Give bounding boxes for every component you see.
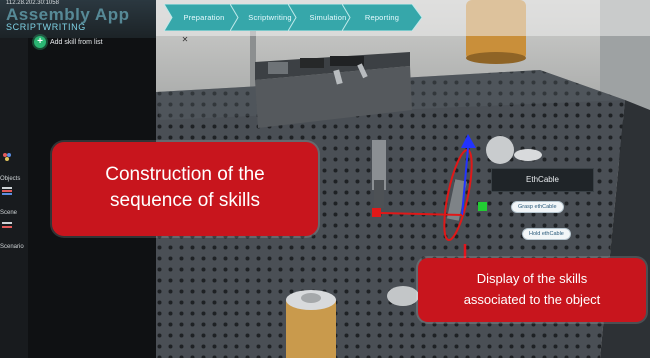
sidebar-item-objects[interactable]: Objects [0,150,28,184]
app-mode: SCRIPTWRITING [6,22,86,32]
scenario-icon [2,222,12,228]
app-header: 112.28.202.30:1058 Assembly App SCRIPTWR… [0,0,156,38]
callout-sequence: Construction of the sequence of skills [52,142,318,236]
step-reporting[interactable]: Reporting [341,3,423,32]
add-skill-button[interactable]: + Add skill from list [34,36,103,48]
skill-hold[interactable]: Hold ethCable [522,228,571,240]
callout-text: Construction of the sequence of skills [52,162,318,214]
objects-icon [3,153,11,161]
callout-text: Display of the skills associated to the … [418,268,646,310]
selected-object-label[interactable]: EthCable [491,168,594,192]
skill-grasp[interactable]: Grasp ethCable [511,201,564,213]
callout-skills: Display of the skills associated to the … [418,258,646,322]
sidebar-item-label: Objects [0,176,21,182]
close-icon[interactable]: ✕ [181,36,189,44]
scene-icon [2,187,12,195]
sidebar-item-label: Scenario [0,244,24,250]
callout-line: Display of the skills [476,271,588,286]
callout-line: sequence of skills [110,190,260,211]
sidebar-item-scenario[interactable]: Scenario [0,218,28,252]
callout-line: associated to the object [463,292,601,307]
callout-line: Construction of the [105,164,265,185]
step-label: Reporting [364,13,400,22]
sidebar-item-label: Scene [0,210,18,216]
sidebar-item-scene[interactable]: Scene [0,184,28,218]
add-skill-label: Add skill from list [50,38,103,46]
add-icon: + [34,36,46,48]
